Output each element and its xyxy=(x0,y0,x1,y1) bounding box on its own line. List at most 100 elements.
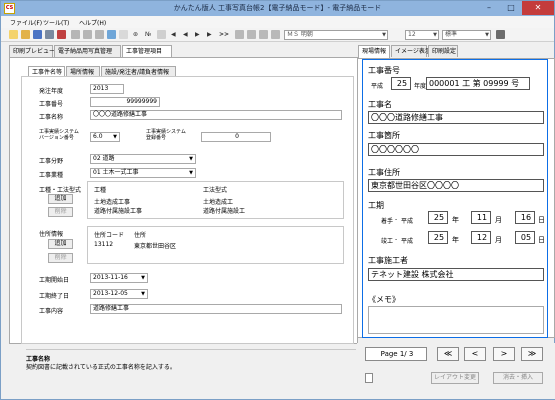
table-cell[interactable]: 土地造成工 xyxy=(203,197,233,206)
field-select[interactable]: 02 道路 ▼ xyxy=(90,154,196,164)
page-indicator: Page 1/ 3 xyxy=(365,347,427,361)
frame-icon[interactable] xyxy=(271,30,280,39)
card-year-field[interactable]: 25 xyxy=(391,77,411,90)
sys-version-value: 6.0 xyxy=(93,133,103,140)
back-icon[interactable]: ◀ xyxy=(183,30,188,39)
copy-icon[interactable] xyxy=(83,30,92,39)
prev-page-icon[interactable]: ◀ xyxy=(171,30,176,39)
delete-insert-button[interactable]: 消去・挿入 xyxy=(493,372,543,384)
chevron-down-icon: ▼ xyxy=(189,156,193,162)
card-period-label: 工期 xyxy=(368,201,384,210)
card-end-label: 竣工 xyxy=(381,238,394,245)
close-icon[interactable]: ✕ xyxy=(522,1,554,15)
open-icon[interactable] xyxy=(21,30,30,39)
paste-icon[interactable] xyxy=(95,30,104,39)
print-icon[interactable] xyxy=(45,30,54,39)
new-icon[interactable] xyxy=(9,30,18,39)
rotate-icon[interactable] xyxy=(119,30,128,39)
delete-work-type-button[interactable]: 削除 xyxy=(48,207,73,217)
image-icon[interactable] xyxy=(259,30,268,39)
end-year-field[interactable]: 25 xyxy=(428,231,448,244)
industry-select[interactable]: 01 土木一式工事 ▼ xyxy=(90,168,196,178)
font-select[interactable]: ＭＳ 明朝 ▼ xyxy=(284,30,388,40)
month-unit: 月 xyxy=(495,216,502,224)
number-field[interactable]: 99999999 xyxy=(90,97,160,107)
start-month-field[interactable]: 11 xyxy=(471,211,491,224)
chevron-down-icon: ▼ xyxy=(382,32,386,38)
card-number-field[interactable]: 000001 工 第 09999 号 xyxy=(426,77,530,90)
menu-file[interactable]: ファイル(F) xyxy=(10,18,42,27)
tab-print-preview[interactable]: 印刷プレビュー xyxy=(9,45,55,57)
address-header: 住所 xyxy=(134,232,147,239)
insert-page-icon[interactable]: ⊛ xyxy=(133,30,138,39)
title-bar: CS かんたん版人 工事写真台帳2【電子納品モード】- 電子納品モード – □ … xyxy=(1,1,554,16)
card-memo-label: 《メモ》 xyxy=(368,295,400,304)
tab-image-view[interactable]: イメージ表示 xyxy=(391,45,431,57)
start-year-field[interactable]: 25 xyxy=(428,211,448,224)
table-cell[interactable]: 道路付属施設工事 xyxy=(94,206,142,215)
start-date-picker[interactable]: 2013-11-16 ▼ xyxy=(90,273,148,283)
jump-icon[interactable]: >> xyxy=(219,30,229,39)
maximize-icon[interactable]: □ xyxy=(500,1,522,15)
menu-help[interactable]: ヘルプ(H) xyxy=(79,18,106,27)
card-contractor-field[interactable]: テネット建設 株式会社 xyxy=(368,268,544,281)
card-address-label: 工事住所 xyxy=(368,168,400,177)
end-date-picker[interactable]: 2013-12-05 ▼ xyxy=(90,289,148,299)
end-day-field[interactable]: 05 xyxy=(515,231,535,244)
tab-photo-management[interactable]: 電子納品用写真管理 xyxy=(54,45,121,57)
table-cell[interactable]: 13112 xyxy=(94,241,113,248)
industry-label: 工事業種 xyxy=(39,172,64,179)
color-icon[interactable] xyxy=(496,30,505,39)
grid-icon[interactable] xyxy=(235,30,244,39)
next-icon[interactable]: ▶ xyxy=(207,30,212,39)
font-size: 12 xyxy=(408,31,416,38)
layout-icon[interactable] xyxy=(247,30,256,39)
sys-register-field[interactable]: 0 xyxy=(201,132,271,142)
first-page-button[interactable]: ≪ xyxy=(437,347,459,361)
last-page-button[interactable]: ≫ xyxy=(521,347,543,361)
zoom-slider[interactable] xyxy=(365,373,373,383)
sys-version-select[interactable]: 6.0 ▼ xyxy=(90,132,120,142)
sys-version-label: 工事実績システム バージョン番号 xyxy=(39,129,79,141)
start-day-field[interactable]: 16 xyxy=(515,211,535,224)
card-name-field[interactable]: 〇〇〇道路修繕工事 xyxy=(368,111,544,124)
sys-register-label: 工事実績システム 登録番号 xyxy=(146,129,186,141)
order-year-field[interactable]: 2013 xyxy=(90,84,124,94)
card-place-field[interactable]: 〇〇〇〇〇〇 xyxy=(368,143,544,156)
page-navigation: Page 1/ 3 ≪ < > ≫ レイアウト変更 消去・挿入 xyxy=(357,343,555,399)
content-field[interactable]: 道路修繕工事 xyxy=(90,304,342,314)
chevron-down-icon: ▼ xyxy=(113,134,117,140)
table-cell[interactable]: 道路付属施設工 xyxy=(203,206,245,215)
add-address-button[interactable]: 追加 xyxy=(48,239,73,249)
add-work-type-button[interactable]: 追加 xyxy=(48,194,73,204)
app-window: CS かんたん版人 工事写真台帳2【電子納品モード】- 電子納品モード – □ … xyxy=(0,0,555,400)
delete-address-button[interactable]: 削除 xyxy=(48,253,73,263)
next-page-button[interactable]: > xyxy=(493,347,515,361)
export-icon[interactable] xyxy=(57,30,66,39)
description-area: 工事名称 契約図書に記載されている正式の工事名称を記入する。 xyxy=(26,349,356,393)
card-contractor-label: 工事施工者 xyxy=(368,256,408,265)
layout-change-button[interactable]: レイアウト変更 xyxy=(431,372,479,384)
tab-site-info[interactable]: 現場情報 xyxy=(358,45,390,58)
content-label: 工事内容 xyxy=(39,308,64,315)
end-month-field[interactable]: 12 xyxy=(471,231,491,244)
tab-print-settings[interactable]: 印刷設定 xyxy=(428,45,458,57)
card-era: 平成 xyxy=(401,218,414,225)
style-select[interactable]: 標準 ▼ xyxy=(442,30,491,40)
minimize-icon[interactable]: – xyxy=(478,1,500,15)
card-memo-field[interactable] xyxy=(368,306,544,334)
forward-icon[interactable]: ▶ xyxy=(195,30,200,39)
card-sep: - xyxy=(395,236,398,243)
name-field[interactable]: 〇〇〇道路修繕工事 xyxy=(90,110,342,120)
table-cell[interactable]: 東京都世田谷区 xyxy=(134,241,176,250)
font-size-select[interactable]: 12 ▼ xyxy=(405,30,439,40)
card-address-field[interactable]: 東京都世田谷区〇〇〇〇 xyxy=(368,179,544,192)
menu-tools[interactable]: ツール(T) xyxy=(43,18,69,27)
chevron-down-icon: ▼ xyxy=(485,32,489,38)
table-icon[interactable] xyxy=(157,30,166,39)
save-icon[interactable] xyxy=(33,30,42,39)
photo-icon[interactable] xyxy=(107,30,116,39)
table-cell[interactable]: 土地造成工事 xyxy=(94,197,130,206)
prev-page-button[interactable]: < xyxy=(464,347,486,361)
cut-icon[interactable] xyxy=(71,30,80,39)
